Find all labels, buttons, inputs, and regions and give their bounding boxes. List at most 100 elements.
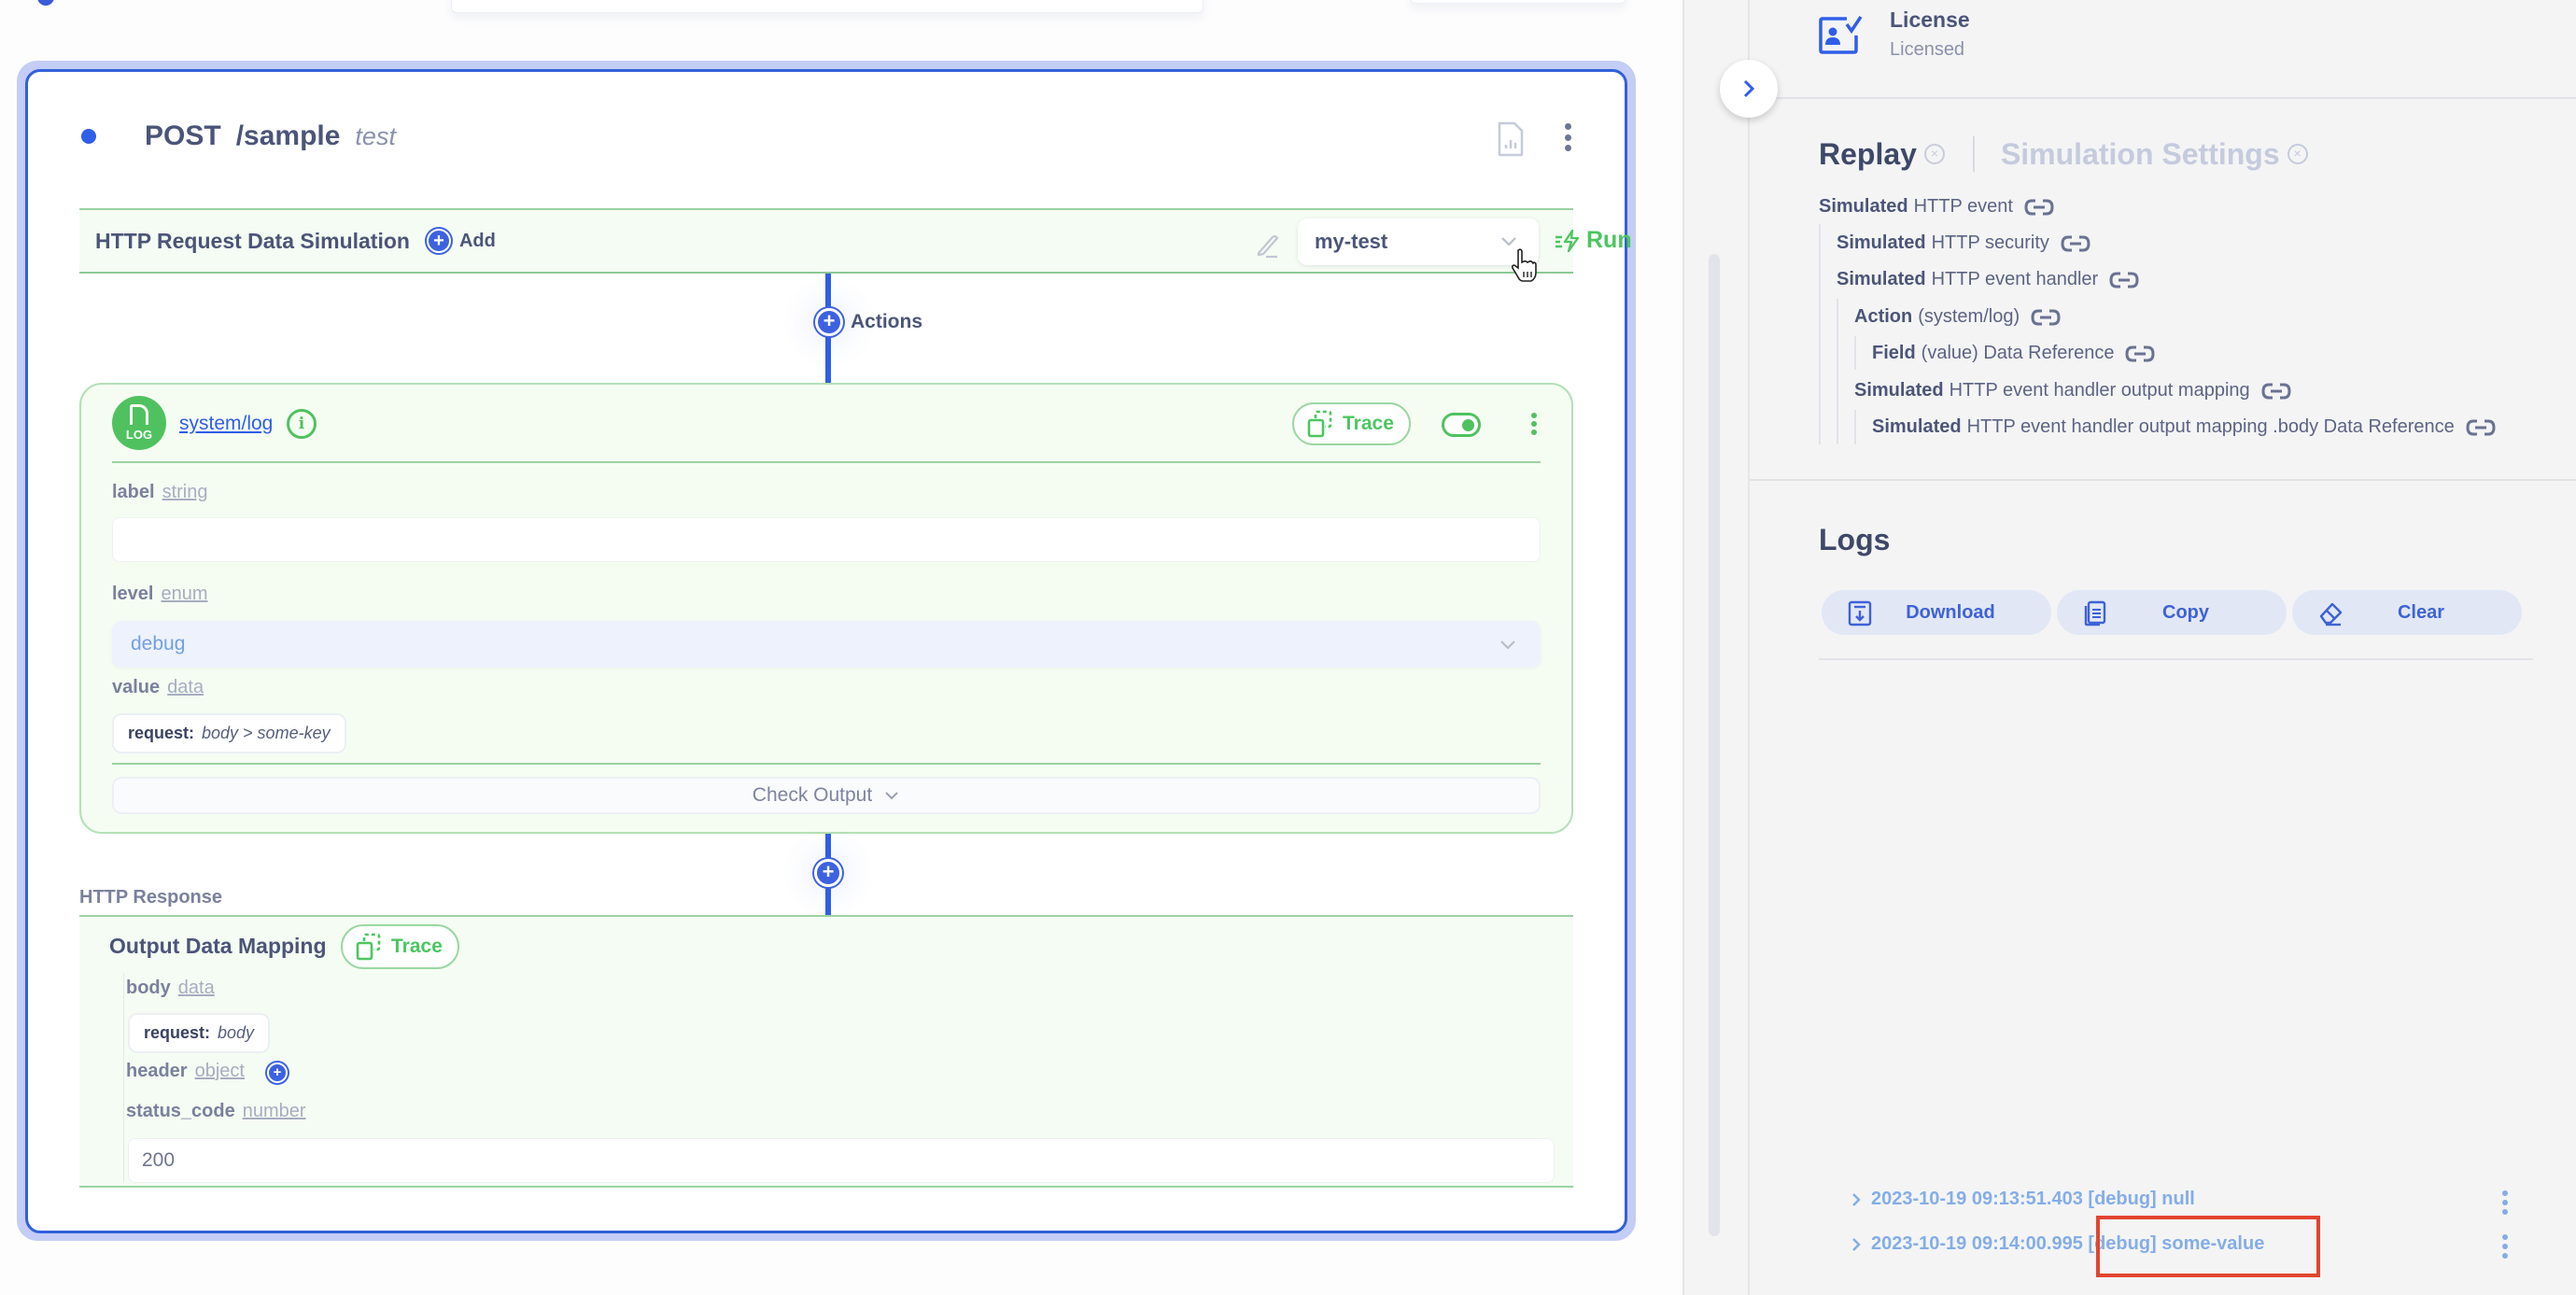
license-title: License	[1890, 7, 1970, 32]
annotation-highlight-box	[2096, 1216, 2320, 1277]
field-type-link[interactable]: object	[195, 1061, 245, 1081]
output-data-mapping-title: Output Data Mapping	[109, 934, 327, 958]
replay-tree-item[interactable]: Simulated HTTP event handler output mappi…	[1854, 380, 2291, 401]
replay-tree-item[interactable]: Action (system/log)	[1854, 306, 2061, 328]
replay-tree-item[interactable]: Simulated HTTP security	[1837, 232, 2090, 254]
field-type-link[interactable]: data	[167, 677, 204, 697]
field-value-label: value data	[112, 677, 204, 697]
chevron-down-icon	[1500, 640, 1515, 650]
http-method: POST	[145, 120, 221, 151]
download-logs-button[interactable]: Download	[1822, 590, 2051, 635]
check-output-button[interactable]: Check Output	[112, 777, 1541, 814]
log-entry[interactable]: 2023-10-19 09:13:51.403 [debug] null	[1851, 1189, 2195, 1210]
run-lightning-icon	[1555, 229, 1580, 252]
close-tab-icon[interactable]: ×	[2287, 144, 2308, 164]
license-status: Licensed	[1890, 39, 1965, 60]
tab-replay[interactable]: Replay ×	[1819, 137, 1945, 172]
action-type-link[interactable]: system/log	[179, 413, 273, 435]
clear-logs-button[interactable]: Clear	[2292, 590, 2522, 635]
response-connector: +	[814, 859, 842, 887]
field-status-code-label: status_code number	[126, 1101, 306, 1121]
output-trace-button[interactable]: Trace	[341, 924, 459, 969]
http-response-label: HTTP Response	[79, 887, 222, 908]
field-type-link[interactable]: number	[243, 1101, 306, 1121]
add-action-icon[interactable]: +	[814, 859, 842, 887]
replay-tree-item[interactable]: Simulated HTTP event handler output mappi…	[1872, 416, 2496, 438]
endpoint-more-menu-icon[interactable]	[1564, 123, 1571, 151]
data-reference-chip[interactable]: request: body > some-key	[112, 713, 346, 753]
divider	[112, 461, 1541, 463]
link-icon[interactable]	[2024, 197, 2054, 218]
tab-simulation-settings[interactable]: Simulation Settings ×	[2001, 137, 2308, 172]
action-enabled-toggle[interactable]	[1442, 413, 1481, 437]
run-label: Run	[1586, 227, 1632, 253]
report-icon[interactable]	[1497, 121, 1525, 157]
tab-separator	[1972, 136, 1975, 172]
field-type-link[interactable]: enum	[161, 584, 207, 604]
partial-status-dot	[37, 0, 54, 6]
add-action-icon[interactable]: +	[815, 308, 843, 336]
endpoint-title-row: POST /sample test	[56, 110, 396, 162]
add-header-icon[interactable]: +	[267, 1063, 288, 1083]
close-tab-icon[interactable]: ×	[1923, 144, 1945, 164]
log-action-icon: LOG	[112, 396, 166, 450]
field-header-label: header object	[126, 1061, 245, 1081]
simulation-bar: HTTP Request Data Simulation + Add my-te…	[79, 208, 1632, 274]
log-entry-menu-icon[interactable]	[2501, 1190, 2509, 1215]
right-panel: License Licensed Replay × Simulation Sett…	[1748, 0, 2576, 1295]
label-input[interactable]	[112, 517, 1541, 562]
divider	[1750, 479, 2576, 481]
test-case-select-value: my-test	[1315, 230, 1388, 253]
trace-icon	[1307, 410, 1332, 438]
test-case-select[interactable]: my-test	[1298, 218, 1539, 265]
flow-canvas: POST /sample test HTTP Request Data Simu…	[0, 0, 1682, 1295]
link-icon[interactable]	[2109, 270, 2139, 290]
data-reference-chip[interactable]: request: body	[128, 1013, 271, 1053]
actions-label: Actions	[851, 311, 923, 332]
link-icon[interactable]	[2031, 307, 2061, 328]
collapse-panel-button[interactable]	[1720, 60, 1778, 118]
chevron-right-icon	[1743, 79, 1755, 98]
log-entry-menu-icon[interactable]	[2501, 1234, 2509, 1259]
link-icon[interactable]	[2125, 344, 2155, 364]
logs-title: Logs	[1819, 523, 1891, 556]
replay-tree-item[interactable]: Field (value) Data Reference	[1872, 343, 2155, 364]
edit-pencil-icon[interactable]	[1254, 231, 1282, 259]
divider	[1750, 97, 2576, 99]
trace-label: Trace	[391, 936, 443, 957]
status-code-input[interactable]: 200	[128, 1138, 1555, 1183]
endpoint-path: /sample	[235, 120, 341, 151]
divider	[1819, 658, 2533, 660]
add-simulation-icon[interactable]: +	[426, 229, 451, 253]
action-trace-button[interactable]: Trace	[1292, 402, 1411, 445]
tree-guide	[1837, 299, 1838, 444]
tree-guide	[1854, 336, 1856, 370]
chevron-right-icon[interactable]	[1851, 1191, 1862, 1208]
hand-pointer-cursor-icon	[1511, 248, 1537, 282]
partial-top-button	[1410, 0, 1626, 4]
action-card-system-log: LOG system/log i Trace label string level…	[79, 383, 1573, 834]
tree-guide	[1854, 410, 1856, 444]
field-type-link[interactable]: data	[178, 978, 215, 998]
endpoint-name: test	[355, 121, 396, 150]
field-type-link[interactable]: string	[162, 482, 208, 502]
vertical-scrollbar[interactable]	[1709, 254, 1720, 1236]
link-icon[interactable]	[2061, 233, 2090, 254]
link-icon[interactable]	[2466, 417, 2496, 438]
replay-tree-item[interactable]: Simulated HTTP event	[1819, 196, 2054, 218]
info-icon[interactable]: i	[287, 409, 317, 439]
output-data-mapping: Output Data Mapping Trace body data reque…	[79, 915, 1573, 1188]
action-more-menu-icon[interactable]	[1530, 413, 1538, 435]
copy-logs-button[interactable]: Copy	[2057, 590, 2287, 635]
actions-connector: + Actions	[815, 308, 922, 336]
level-select[interactable]: debug	[112, 621, 1541, 668]
trace-label: Trace	[1343, 413, 1394, 434]
replay-tree-item[interactable]: Simulated HTTP event handler	[1837, 269, 2139, 290]
license-icon	[1819, 16, 1863, 54]
run-button[interactable]: Run	[1555, 227, 1632, 254]
field-level-label: level enum	[112, 584, 208, 604]
trace-icon	[356, 933, 381, 961]
chevron-right-icon[interactable]	[1851, 1236, 1862, 1253]
add-simulation-button[interactable]: Add	[459, 231, 496, 252]
link-icon[interactable]	[2261, 381, 2291, 401]
